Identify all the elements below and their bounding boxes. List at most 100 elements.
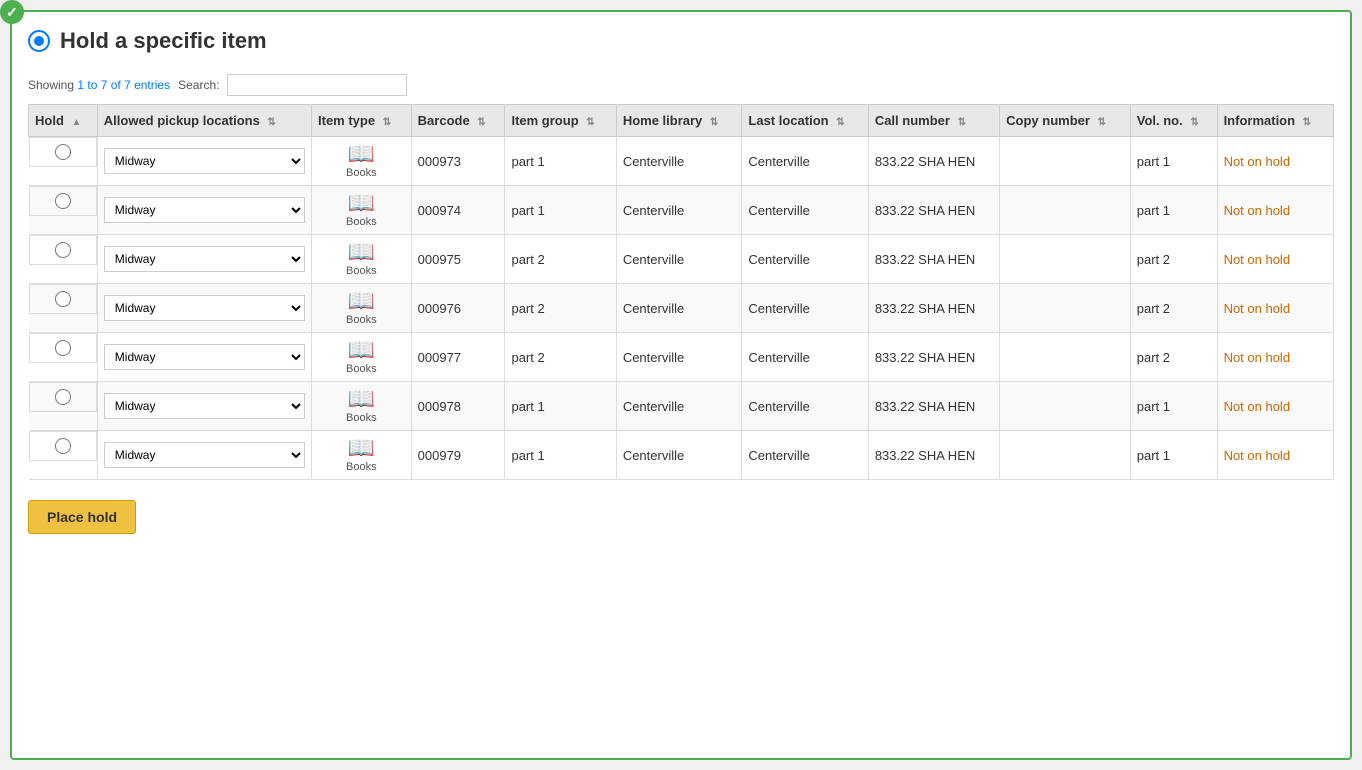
vol-no-cell: part 1: [1130, 431, 1217, 480]
page-wrapper: ✓ Hold a specific item Showing 1 to 7 of…: [10, 10, 1352, 760]
hold-cell: [29, 186, 97, 216]
col-allowed-pickup[interactable]: Allowed pickup locations ⇅: [97, 105, 311, 137]
col-item-group[interactable]: Item group ⇅: [505, 105, 616, 137]
call-number-cell: 833.22 SHA HEN: [868, 431, 999, 480]
call-number-cell: 833.22 SHA HEN: [868, 235, 999, 284]
book-label: Books: [346, 461, 377, 473]
book-icon: 📖: [348, 388, 375, 410]
pickup-select[interactable]: Midway: [104, 197, 305, 223]
information-cell: Not on hold: [1217, 333, 1333, 382]
item-type-content: 📖 Books: [318, 241, 405, 277]
item-type-content: 📖 Books: [318, 143, 405, 179]
hold-radio-input[interactable]: [55, 291, 71, 307]
green-check-icon: ✓: [0, 0, 24, 24]
sort-hold-icon: ▲: [72, 117, 82, 128]
last-location-cell: Centerville: [742, 333, 868, 382]
table-row: Midway 📖 Books 000974part 1CentervilleCe…: [29, 186, 1334, 235]
barcode-cell: 000977: [411, 333, 505, 382]
home-library-cell: Centerville: [616, 186, 742, 235]
items-table: Hold ▲ Allowed pickup locations ⇅ Item t…: [28, 104, 1334, 480]
item-group-cell: part 2: [505, 284, 616, 333]
hold-radio-input[interactable]: [55, 193, 71, 209]
hold-radio-input[interactable]: [55, 389, 71, 405]
col-vol-no[interactable]: Vol. no. ⇅: [1130, 105, 1217, 137]
hold-radio-input[interactable]: [55, 144, 71, 160]
item-type-cell: 📖 Books: [312, 284, 412, 333]
pickup-select[interactable]: Midway: [104, 246, 305, 272]
pickup-cell: Midway: [97, 235, 311, 284]
last-location-cell: Centerville: [742, 431, 868, 480]
item-type-cell: 📖 Books: [312, 333, 412, 382]
last-location-cell: Centerville: [742, 235, 868, 284]
information-cell: Not on hold: [1217, 137, 1333, 186]
sort-callnumber-icon: ⇅: [958, 117, 966, 128]
information-cell: Not on hold: [1217, 235, 1333, 284]
last-location-cell: Centerville: [742, 137, 868, 186]
col-barcode[interactable]: Barcode ⇅: [411, 105, 505, 137]
place-hold-button[interactable]: Place hold: [28, 500, 136, 534]
table-row: Midway 📖 Books 000979part 1CentervilleCe…: [29, 431, 1334, 480]
pickup-cell: Midway: [97, 186, 311, 235]
book-icon: 📖: [348, 290, 375, 312]
col-item-type[interactable]: Item type ⇅: [312, 105, 412, 137]
sort-information-icon: ⇅: [1303, 117, 1311, 128]
sort-itemgroup-icon: ⇅: [586, 117, 594, 128]
book-label: Books: [346, 167, 377, 179]
book-icon: 📖: [348, 192, 375, 214]
pickup-cell: Midway: [97, 137, 311, 186]
copy-number-cell: [1000, 333, 1131, 382]
hold-cell: [29, 137, 97, 167]
copy-number-cell: [1000, 137, 1131, 186]
hold-cell: [29, 382, 97, 412]
home-library-cell: Centerville: [616, 235, 742, 284]
pickup-select[interactable]: Midway: [104, 148, 305, 174]
page-title: Hold a specific item: [60, 28, 267, 54]
barcode-cell: 000976: [411, 284, 505, 333]
book-label: Books: [346, 314, 377, 326]
search-input[interactable]: [227, 74, 407, 96]
call-number-cell: 833.22 SHA HEN: [868, 284, 999, 333]
copy-number-cell: [1000, 431, 1131, 480]
copy-number-cell: [1000, 382, 1131, 431]
barcode-cell: 000974: [411, 186, 505, 235]
book-icon: 📖: [348, 241, 375, 263]
sort-itemtype-icon: ⇅: [383, 117, 391, 128]
col-copy-number[interactable]: Copy number ⇅: [1000, 105, 1131, 137]
table-row: Midway 📖 Books 000973part 1CentervilleCe…: [29, 137, 1334, 186]
sort-barcode-icon: ⇅: [477, 117, 485, 128]
hold-radio-input[interactable]: [55, 340, 71, 356]
item-type-cell: 📖 Books: [312, 382, 412, 431]
information-cell: Not on hold: [1217, 284, 1333, 333]
copy-number-cell: [1000, 235, 1131, 284]
barcode-cell: 000975: [411, 235, 505, 284]
book-label: Books: [346, 216, 377, 228]
pickup-select[interactable]: Midway: [104, 442, 305, 468]
call-number-cell: 833.22 SHA HEN: [868, 333, 999, 382]
col-call-number[interactable]: Call number ⇅: [868, 105, 999, 137]
book-icon: 📖: [348, 339, 375, 361]
table-row: Midway 📖 Books 000976part 2CentervilleCe…: [29, 284, 1334, 333]
hold-radio-input[interactable]: [55, 242, 71, 258]
item-type-content: 📖 Books: [318, 388, 405, 424]
pickup-select[interactable]: Midway: [104, 344, 305, 370]
pickup-select[interactable]: Midway: [104, 393, 305, 419]
pickup-select[interactable]: Midway: [104, 295, 305, 321]
item-group-cell: part 1: [505, 186, 616, 235]
hold-cell: [29, 333, 97, 363]
item-type-content: 📖 Books: [318, 339, 405, 375]
hold-radio-input[interactable]: [55, 438, 71, 454]
sort-lastlocation-icon: ⇅: [836, 117, 844, 128]
col-hold[interactable]: Hold ▲: [29, 105, 98, 137]
col-last-location[interactable]: Last location ⇅: [742, 105, 868, 137]
col-home-library[interactable]: Home library ⇅: [616, 105, 742, 137]
item-type-content: 📖 Books: [318, 192, 405, 228]
copy-number-cell: [1000, 186, 1131, 235]
item-type-content: 📖 Books: [318, 290, 405, 326]
sort-copynumber-icon: ⇅: [1098, 117, 1106, 128]
home-library-cell: Centerville: [616, 284, 742, 333]
table-body: Midway 📖 Books 000973part 1CentervilleCe…: [29, 137, 1334, 480]
title-radio-inner: [34, 36, 44, 46]
barcode-cell: 000973: [411, 137, 505, 186]
col-information[interactable]: Information ⇅: [1217, 105, 1333, 137]
call-number-cell: 833.22 SHA HEN: [868, 186, 999, 235]
